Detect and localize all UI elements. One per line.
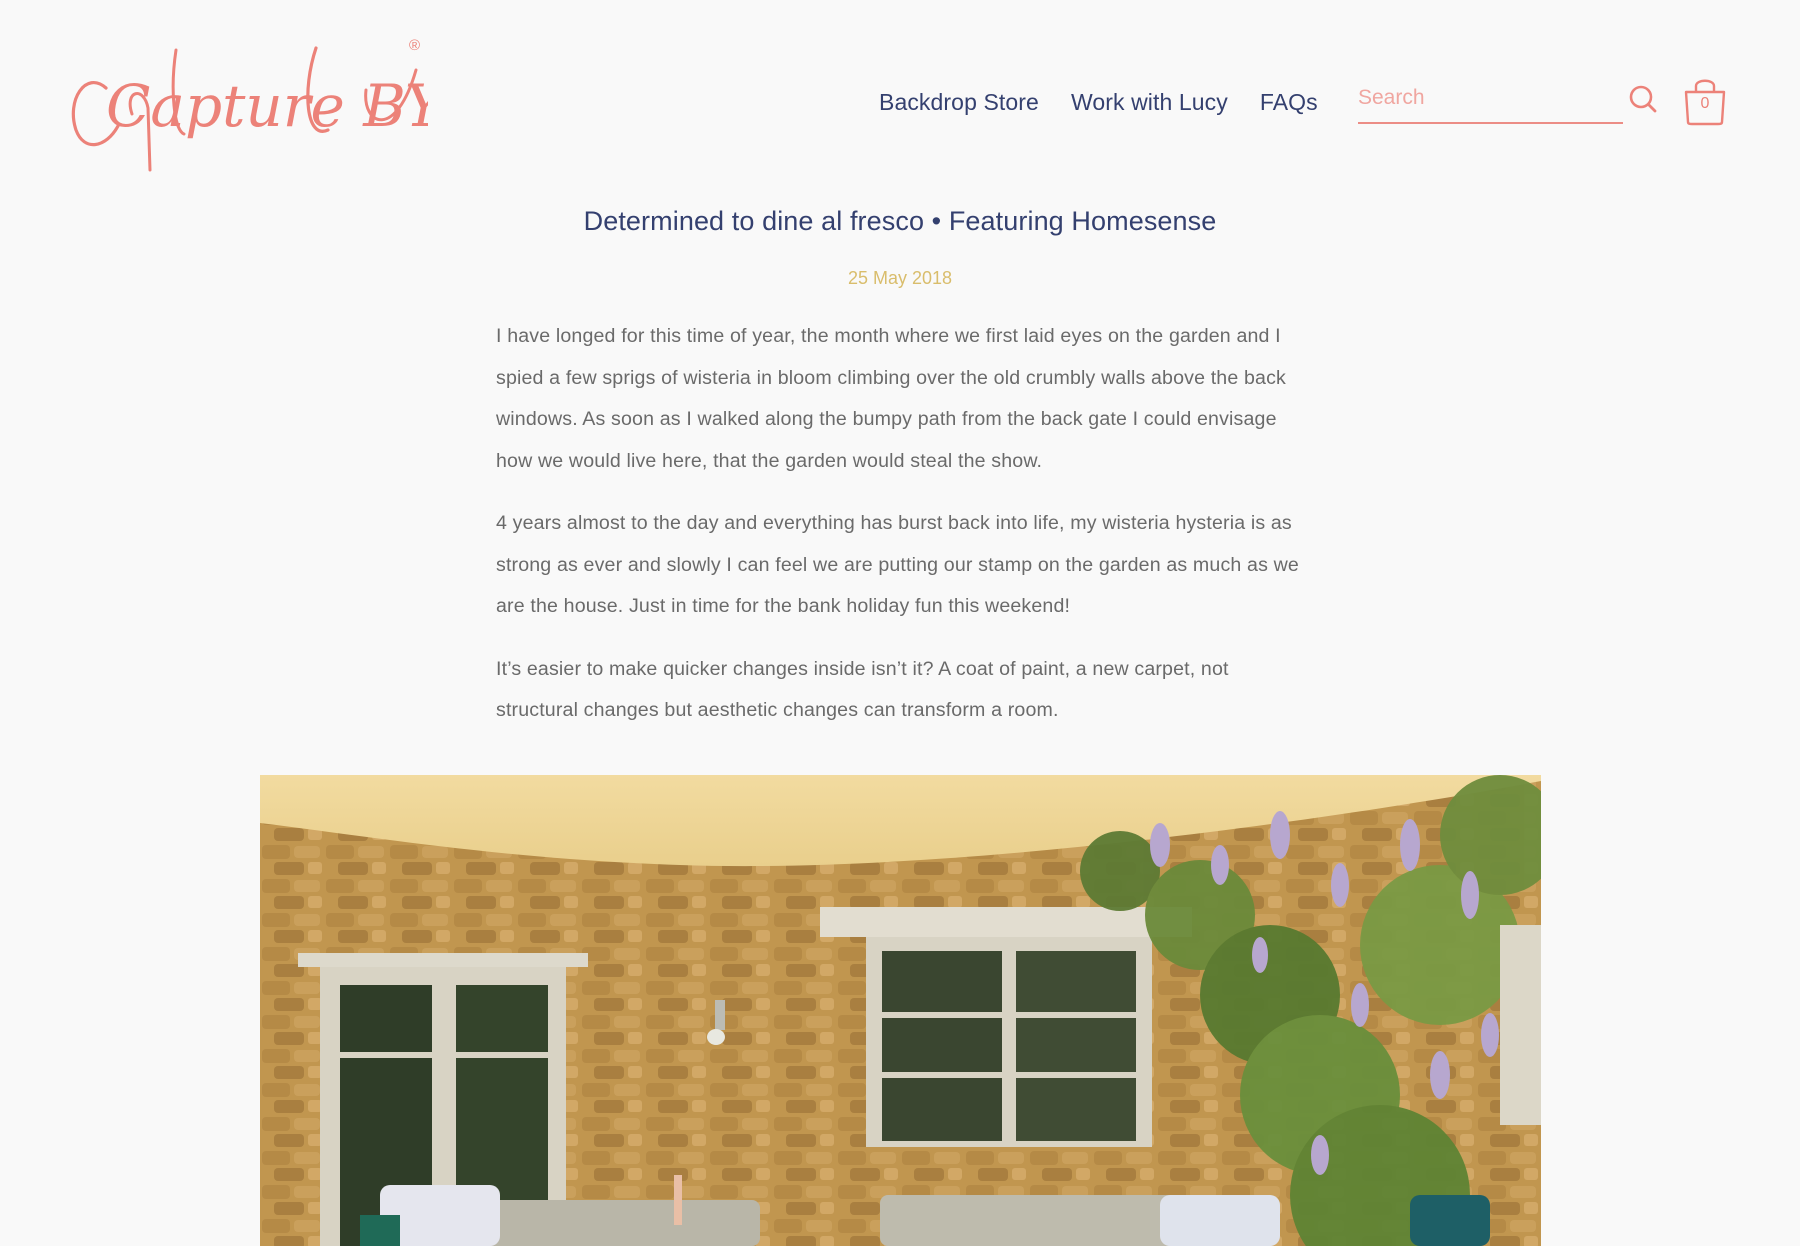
nav-link-faqs[interactable]: FAQs [1260,89,1318,116]
article-date: 25 May 2018 [847,268,953,288]
svg-text:®: ® [409,37,420,54]
search-field [1358,78,1623,124]
logo-text: Capture BY Lucy [106,72,428,140]
hero-image [260,775,1541,1246]
cart-count: 0 [1700,95,1710,112]
main-nav: Backdrop Store Work with Lucy FAQs [879,86,1318,118]
paragraph: 4 years almost to the day and everything… [496,512,1299,617]
article-body: I have longed for this time of year, the… [496,316,1316,753]
nav-link-backdrop-store[interactable]: Backdrop Store [879,89,1039,116]
search-input[interactable] [1358,78,1623,118]
svg-text:Capture BY Lucy: Capture BY Lucy [106,72,428,140]
paragraph: It’s easier to make quicker changes insi… [496,657,1229,722]
paragraph: I have longed for this time of year, the… [496,325,1286,472]
search-icon [1629,85,1657,113]
registered-mark: ® [409,37,420,54]
site-logo[interactable]: Capture BY Lucy ® [66,30,428,175]
cart-button[interactable]: 0 [1682,74,1728,126]
garden-patio-photo-icon [260,775,1541,1246]
capture-by-lucy-logo-icon: Capture BY Lucy ® [71,37,428,172]
search-button[interactable] [1628,84,1658,114]
nav-link-work-with-lucy[interactable]: Work with Lucy [1071,89,1228,116]
article-title: Determined to dine al fresco • Featuring… [583,206,1217,236]
